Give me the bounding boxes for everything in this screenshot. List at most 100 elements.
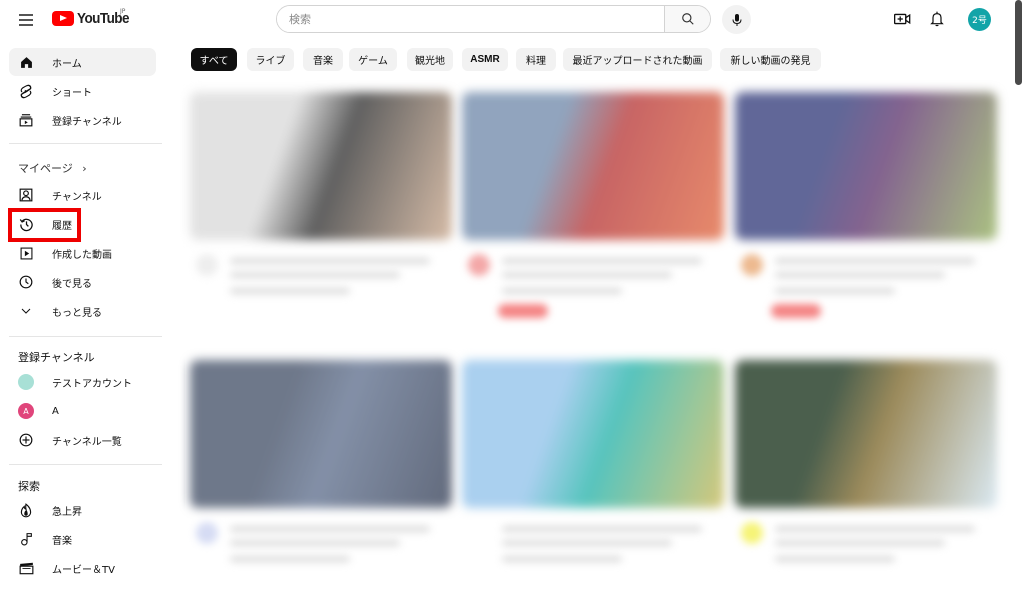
chip-asmr[interactable]: ASMR: [462, 48, 508, 71]
chip-new-to-you[interactable]: 新しい動画の発見: [720, 48, 821, 71]
create-button[interactable]: [891, 8, 913, 30]
sidebar-item-subscriptions[interactable]: 登録チャンネル: [9, 106, 156, 134]
sidebar-item-trending[interactable]: 急上昇: [9, 496, 156, 524]
video-title-line: [230, 288, 350, 294]
video-card[interactable]: [735, 92, 997, 322]
sidebar-divider: [9, 336, 162, 337]
video-title-line: [775, 258, 975, 264]
sidebar-item-label: 登録チャンネル: [52, 116, 122, 128]
sidebar-item-label: 後で見る: [52, 278, 92, 290]
video-thumbnail[interactable]: [735, 360, 997, 508]
sidebar-item-label: チャンネル一覧: [52, 436, 122, 448]
chip-all[interactable]: すべて: [191, 48, 237, 71]
video-title-line: [230, 258, 430, 264]
video-thumbnail[interactable]: [462, 92, 724, 240]
microphone-icon: [732, 13, 741, 26]
video-thumbnail[interactable]: [735, 92, 997, 240]
youtube-play-icon: [52, 11, 74, 26]
search-icon: [681, 13, 694, 25]
video-title-line: [230, 556, 350, 562]
your-videos-icon: [18, 245, 34, 261]
movies-icon: [18, 560, 34, 576]
chip-live[interactable]: ライブ: [247, 48, 294, 71]
video-title-line: [230, 540, 400, 546]
chevron-down-icon: [18, 303, 34, 319]
channel-avatar[interactable]: [468, 522, 490, 544]
live-badge: [771, 304, 821, 318]
chip-sightseeing[interactable]: 観光地: [407, 48, 453, 71]
video-title-line: [502, 272, 672, 278]
channel-avatar[interactable]: [196, 522, 218, 544]
sidebar-item-label: テストアカウント: [52, 378, 132, 390]
search-button[interactable]: [664, 6, 710, 32]
sidebar-item-movies[interactable]: ムービー＆TV: [9, 554, 156, 582]
sidebar-item-label: ムービー＆TV: [52, 564, 115, 576]
channel-avatar[interactable]: [741, 522, 763, 544]
sidebar-item-label: 急上昇: [52, 506, 82, 518]
music-icon: [18, 531, 34, 547]
voice-search-button[interactable]: [722, 5, 751, 34]
video-card[interactable]: [190, 92, 452, 322]
video-meta: [735, 518, 997, 588]
channel-avatar[interactable]: [468, 254, 490, 276]
video-meta: [190, 250, 452, 320]
sidebar-channel-test-account[interactable]: テストアカウント: [9, 368, 156, 396]
video-meta: [735, 250, 997, 320]
sidebar-item-all-channels[interactable]: チャンネル一覧: [9, 426, 156, 454]
trending-icon: [18, 502, 34, 518]
explore-section-title: 探索: [18, 480, 40, 493]
sidebar-item-watch-later[interactable]: 後で見る: [9, 268, 156, 296]
video-title-line: [502, 258, 702, 264]
video-title-line: [502, 526, 702, 532]
video-card[interactable]: [462, 360, 724, 590]
video-card[interactable]: [462, 92, 724, 322]
shorts-icon: [18, 83, 34, 99]
sidebar-item-label: ホーム: [52, 58, 82, 70]
video-meta: [462, 250, 724, 320]
sidebar-item-home[interactable]: ホーム: [9, 48, 156, 76]
subscriptions-icon: [18, 112, 34, 128]
video-title-line: [502, 540, 672, 546]
video-title-line: [775, 526, 975, 532]
video-title-line: [502, 556, 622, 562]
chip-recently-uploaded[interactable]: 最近アップロードされた動画: [563, 48, 712, 71]
hamburger-menu-icon[interactable]: [16, 9, 38, 31]
sidebar-item-label: 音楽: [52, 535, 72, 547]
create-video-icon: [893, 13, 910, 25]
chip-cooking[interactable]: 料理: [516, 48, 556, 71]
video-title-line: [230, 526, 430, 532]
search-input[interactable]: [277, 6, 664, 32]
sidebar-item-channel[interactable]: チャンネル: [9, 181, 156, 209]
history-highlight-annotation: [8, 208, 81, 242]
video-thumbnail[interactable]: [190, 360, 452, 508]
sidebar-item-label: ショート: [52, 87, 92, 99]
home-icon: [18, 54, 34, 70]
chip-music[interactable]: 音楽: [303, 48, 343, 71]
sidebar-item-show-more[interactable]: もっと見る: [9, 297, 156, 325]
account-avatar[interactable]: 2号: [968, 8, 991, 31]
sidebar-channel-a[interactable]: A A: [9, 397, 156, 425]
chip-games[interactable]: ゲーム: [349, 48, 397, 71]
channel-avatar[interactable]: [741, 254, 763, 276]
video-title-line: [775, 556, 895, 562]
sidebar-item-your-videos[interactable]: 作成した動画: [9, 239, 156, 267]
sidebar-item-label: 作成した動画: [52, 249, 112, 261]
video-meta: [190, 518, 452, 588]
video-title-line: [230, 272, 400, 278]
video-card[interactable]: [190, 360, 452, 590]
page-scrollbar[interactable]: [1015, 0, 1022, 85]
channel-avatar: [18, 374, 34, 390]
sidebar-item-shorts[interactable]: ショート: [9, 77, 156, 105]
notifications-button[interactable]: [926, 8, 948, 30]
channel-avatar: A: [18, 403, 34, 419]
mypage-header-link[interactable]: マイページ ›: [18, 160, 87, 176]
video-title-line: [775, 288, 895, 294]
video-card[interactable]: [735, 360, 997, 590]
bell-icon: [930, 11, 944, 27]
sidebar-divider: [9, 464, 162, 465]
sidebar-item-music[interactable]: 音楽: [9, 525, 156, 553]
channel-avatar[interactable]: [196, 254, 218, 276]
video-thumbnail[interactable]: [462, 360, 724, 508]
video-meta: [462, 518, 724, 588]
video-thumbnail[interactable]: [190, 92, 452, 240]
